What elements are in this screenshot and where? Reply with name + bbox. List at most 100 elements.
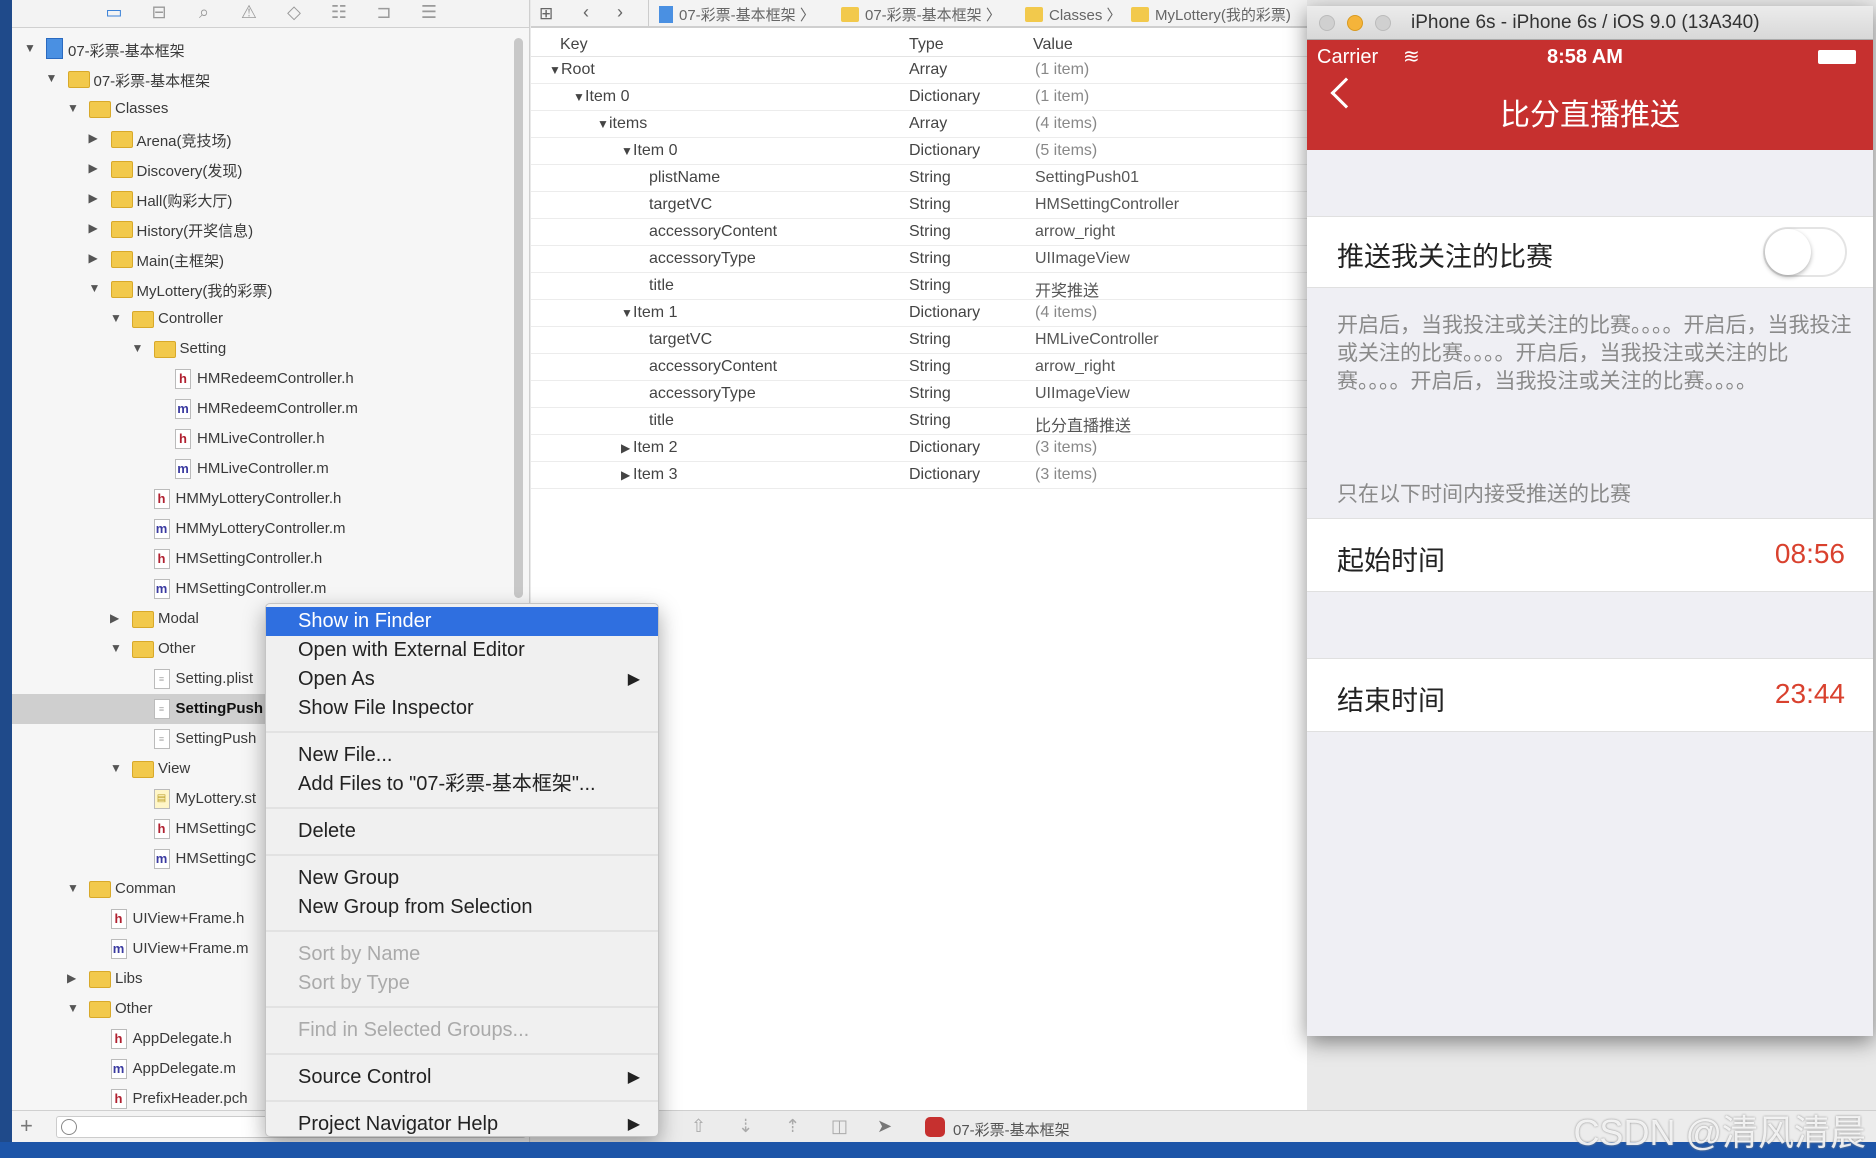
tree-item[interactable]: ▶ Discovery(发现) [12,154,529,184]
disclosure-open-icon[interactable]: ▼ [67,101,79,115]
plist-value[interactable]: (4 items) [1035,115,1097,133]
disclosure-open-icon[interactable]: ▼ [110,641,122,655]
tree-item[interactable]: ▶ Arena(竞技场) [12,124,529,154]
menu-item[interactable]: Add Files to "07-彩票-基本框架"... [266,770,658,799]
disclosure-open-icon[interactable]: ▼ [24,41,36,55]
plist-type[interactable]: Dictionary [909,142,980,160]
menu-item[interactable]: Show in Finder [266,607,658,636]
hierarchy-icon[interactable]: ⊟ [147,2,171,23]
disclosure-closed-icon[interactable]: ▶ [89,161,98,175]
plist-key[interactable]: Item 1 [633,304,677,322]
disclosure-open-icon[interactable]: ▼ [132,341,144,355]
tree-item[interactable]: m HMRedeemController.m [12,394,529,424]
plist-row[interactable]: accessoryType String UIImageView [531,246,1307,273]
plist-value[interactable]: HMSettingController [1035,196,1179,214]
disclosure-closed-icon[interactable]: ▶ [67,971,76,985]
breadcrumb-project[interactable]: 07-彩票-基本框架 〉 [659,4,815,25]
plist-type[interactable]: String [909,250,951,268]
view-debugger-icon[interactable]: ◫ [831,1116,848,1137]
plist-type[interactable]: String [909,196,951,214]
plist-value[interactable]: (1 item) [1035,61,1089,79]
plist-type[interactable]: String [909,277,951,295]
plist-type[interactable]: String [909,358,951,376]
plist-row[interactable]: targetVC String HMLiveController [531,327,1307,354]
disclosure-open-icon[interactable]: ▼ [110,311,122,325]
plist-key[interactable]: Item 0 [585,88,629,106]
column-value[interactable]: Value [1033,36,1073,54]
tree-item[interactable]: h HMRedeemController.h [12,364,529,394]
plist-type[interactable]: Array [909,115,947,133]
plist-row[interactable]: title String 比分直播推送 [531,408,1307,435]
related-items-icon[interactable]: ⊞ [539,4,553,24]
report-icon[interactable]: ☰ [417,2,441,23]
warning-icon[interactable]: ⚠ [237,2,261,23]
plist-row[interactable]: title String 开奖推送 [531,273,1307,300]
tree-item[interactable]: h HMLiveController.h [12,424,529,454]
menu-item[interactable]: Delete [266,817,658,846]
menu-item[interactable]: Source Control ▶ [266,1063,658,1092]
disclosure-closed-icon[interactable]: ▶ [89,131,98,145]
debug-icon[interactable]: ☷ [327,2,351,23]
step-out-icon[interactable]: ⇡ [785,1116,800,1137]
back-button[interactable]: ‹ [583,2,589,23]
disclosure-open-icon[interactable]: ▼ [110,761,122,775]
plist-value[interactable]: arrow_right [1035,223,1115,241]
plist-value[interactable]: (1 item) [1035,88,1089,106]
plist-type[interactable]: Dictionary [909,88,980,106]
breadcrumb-mylottery[interactable]: MyLottery(我的彩票) [1131,4,1291,25]
disclosure-open-icon[interactable]: ▼ [621,144,633,158]
step-over-icon[interactable]: ⇣ [738,1116,753,1137]
tree-item[interactable]: m HMSettingController.m [12,574,529,604]
plist-row[interactable]: ▼ Item 1 Dictionary (4 items) [531,300,1307,327]
plist-type[interactable]: String [909,223,951,241]
folder-icon[interactable]: ▭ [102,2,126,23]
tree-item[interactable]: m HMMyLotteryController.m [12,514,529,544]
menu-item[interactable]: New Group from Selection [266,893,658,922]
plist-type[interactable]: String [909,331,951,349]
disclosure-open-icon[interactable]: ▼ [549,63,561,77]
plist-value[interactable]: UIImageView [1035,250,1130,268]
column-type[interactable]: Type [909,36,944,54]
plist-value[interactable]: 开奖推送 [1035,277,1099,301]
close-button[interactable] [1319,15,1335,31]
menu-item[interactable]: Open with External Editor [266,636,658,665]
plist-key[interactable]: items [609,115,647,133]
disclosure-closed-icon[interactable]: ▶ [89,221,98,235]
plist-value[interactable]: (5 items) [1035,142,1097,160]
plist-row[interactable]: ▼ Item 0 Dictionary (1 item) [531,84,1307,111]
disclosure-open-icon[interactable]: ▼ [621,306,633,320]
tree-item[interactable]: h HMMyLotteryController.h [12,484,529,514]
disclosure-open-icon[interactable]: ▼ [67,1001,79,1015]
tree-item[interactable]: ▶ Hall(购彩大厅) [12,184,529,214]
zoom-button[interactable] [1375,15,1391,31]
plist-row[interactable]: plistName String SettingPush01 [531,165,1307,192]
plist-key[interactable]: Item 3 [633,466,677,484]
plist-value[interactable]: (4 items) [1035,304,1097,322]
plist-key[interactable]: accessoryContent [649,358,777,376]
forward-button[interactable]: › [617,2,623,23]
plist-type[interactable]: Dictionary [909,466,980,484]
tree-item[interactable]: ▼ 07-彩票-基本框架 [12,34,529,64]
search-icon[interactable]: ⌕ [192,2,216,23]
tree-item[interactable]: ▼ Controller [12,304,529,334]
plist-row[interactable]: ▼ Root Array (1 item) [531,57,1307,84]
tree-item[interactable]: ▶ History(开奖信息) [12,214,529,244]
plist-type[interactable]: Dictionary [909,439,980,457]
menu-item[interactable]: Project Navigator Help ▶ [266,1110,658,1139]
plist-key[interactable]: Item 2 [633,439,677,457]
tree-item[interactable]: m HMLiveController.m [12,454,529,484]
breadcrumb-group[interactable]: 07-彩票-基本框架 〉 [841,4,1001,25]
plist-key[interactable]: accessoryType [649,250,756,268]
tree-item[interactable]: ▶ Main(主框架) [12,244,529,274]
plist-type[interactable]: Dictionary [909,304,980,322]
plist-value[interactable]: HMLiveController [1035,331,1159,349]
plist-key[interactable]: title [649,277,674,295]
breadcrumb-classes[interactable]: Classes 〉 [1025,4,1122,25]
plist-key[interactable]: targetVC [649,331,712,349]
menu-item[interactable]: New File... [266,741,658,770]
plist-type[interactable]: Array [909,61,947,79]
plist-type[interactable]: String [909,385,951,403]
add-button[interactable]: + [20,1113,33,1139]
disclosure-open-icon[interactable]: ▼ [573,90,585,104]
plist-key[interactable]: targetVC [649,196,712,214]
